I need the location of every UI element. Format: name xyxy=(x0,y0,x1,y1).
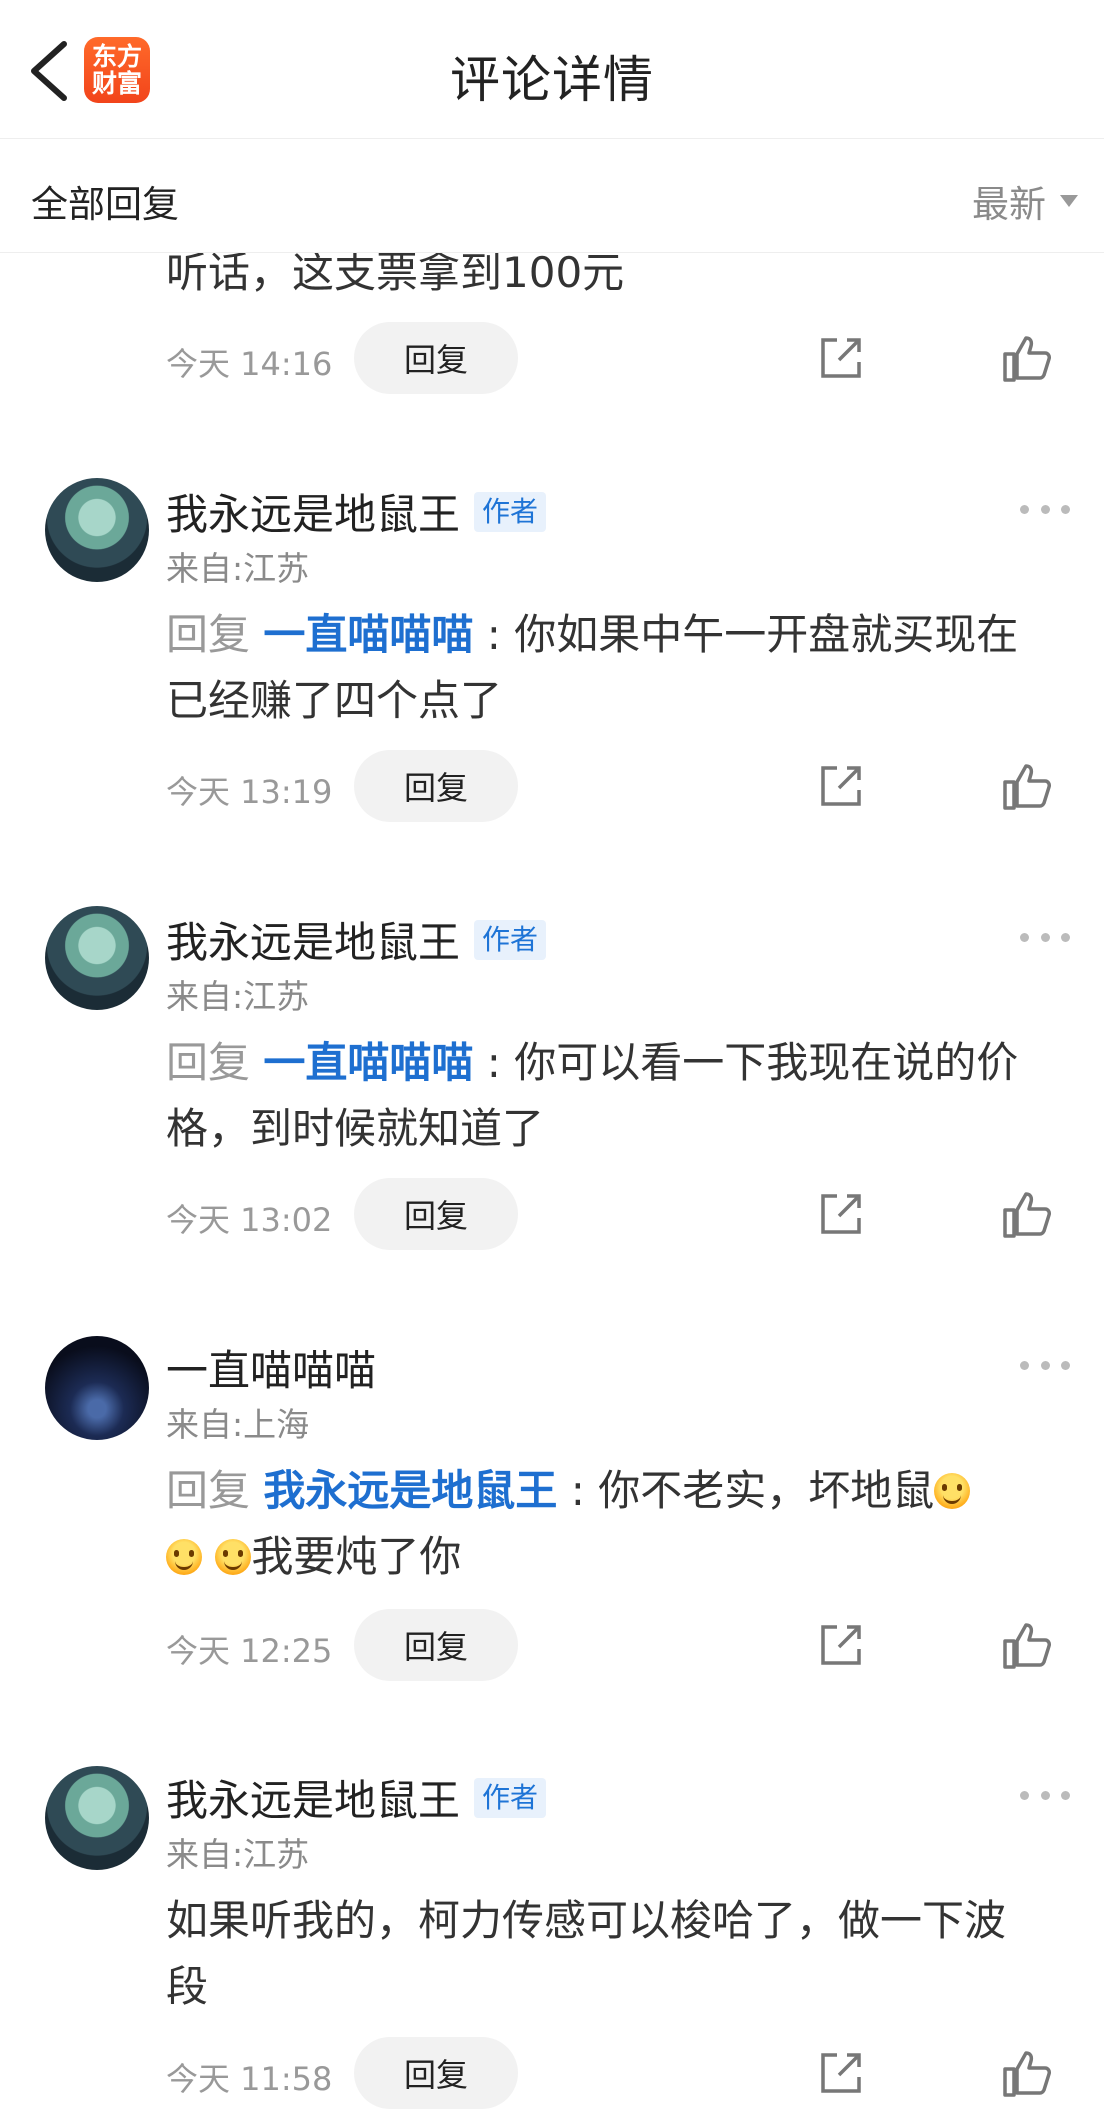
more-dots-icon[interactable] xyxy=(1020,922,1070,952)
caret-down-icon xyxy=(1060,195,1078,207)
avatar[interactable] xyxy=(45,1766,149,1870)
comment-list: 听话，这支票拿到100元 今天 14:16 回复 我永远是地鼠王 作者 来自:江… xyxy=(0,0,1104,2122)
comment-meta: 今天 12:25 回复 xyxy=(166,1609,1066,1681)
more-dots-icon[interactable] xyxy=(1020,1350,1070,1380)
comment-author-row: 我永远是地鼠王 作者 xyxy=(166,1767,547,1828)
comment-text: 回复 我永远是地鼠王 : 你不老实，坏地鼠 我要炖了你 xyxy=(166,1458,1046,1590)
comment-time: 今天 11:58 xyxy=(166,2060,333,2098)
separator: : xyxy=(473,610,515,659)
comment-location: 来自:江苏 xyxy=(166,1835,310,1874)
reply-button[interactable]: 回复 xyxy=(354,322,518,394)
reply-filter-bar: 全部回复 最新 xyxy=(0,139,1104,253)
comment-time: 今天 12:25 xyxy=(166,1632,333,1670)
mention-link[interactable]: 我永远是地鼠王 xyxy=(263,1466,557,1515)
comment-meta: 今天 13:19 回复 xyxy=(166,750,1066,822)
reply-prefix: 回复 xyxy=(166,610,264,659)
share-icon[interactable] xyxy=(817,1621,865,1669)
smile-emoji-icon xyxy=(215,1539,252,1575)
sort-label: 最新 xyxy=(972,183,1046,226)
reply-button[interactable]: 回复 xyxy=(354,2037,518,2109)
all-replies-label: 全部回复 xyxy=(31,183,179,226)
share-icon[interactable] xyxy=(817,762,865,810)
reply-button[interactable]: 回复 xyxy=(354,1609,518,1681)
comment-location: 来自:江苏 xyxy=(166,977,310,1016)
comment-text: 回复 一直喵喵喵 : 你可以看一下我现在说的价格，到时候就知道了 xyxy=(166,1030,1046,1162)
author-badge: 作者 xyxy=(474,1777,547,1818)
author-badge: 作者 xyxy=(474,491,547,532)
author-name[interactable]: 一直喵喵喵 xyxy=(166,1337,376,1398)
comment-location: 来自:江苏 xyxy=(166,549,310,588)
thumbs-up-icon[interactable] xyxy=(1002,1621,1052,1669)
comment-author-row: 我永远是地鼠王 作者 xyxy=(166,909,547,970)
author-name[interactable]: 我永远是地鼠王 xyxy=(166,1767,460,1828)
comment-body-part1: 你不老实，坏地鼠 xyxy=(598,1466,935,1515)
separator: : xyxy=(473,1038,515,1087)
mention-link[interactable]: 一直喵喵喵 xyxy=(263,1038,473,1087)
reply-prefix: 回复 xyxy=(166,1038,264,1087)
mention-link[interactable]: 一直喵喵喵 xyxy=(263,610,473,659)
comment-time: 今天 13:02 xyxy=(166,1201,333,1239)
more-dots-icon[interactable] xyxy=(1020,1780,1070,1810)
share-icon[interactable] xyxy=(817,334,865,382)
smile-emoji-icon xyxy=(934,1473,971,1509)
page-title: 评论详情 xyxy=(450,51,654,109)
more-dots-icon[interactable] xyxy=(1020,494,1070,524)
separator: : xyxy=(557,1466,599,1515)
comment-meta: 今天 14:16 回复 xyxy=(166,322,1066,394)
comment-author-row: 我永远是地鼠王 作者 xyxy=(166,481,547,542)
comment-time: 今天 14:16 xyxy=(166,345,333,383)
author-badge: 作者 xyxy=(474,919,547,960)
avatar[interactable] xyxy=(45,906,149,1010)
smile-emoji-icon xyxy=(166,1539,202,1575)
thumbs-up-icon[interactable] xyxy=(1002,334,1052,382)
sort-dropdown[interactable]: 最新 xyxy=(972,174,1078,228)
avatar[interactable] xyxy=(45,478,149,582)
author-name[interactable]: 我永远是地鼠王 xyxy=(166,909,460,970)
avatar[interactable] xyxy=(45,1336,149,1440)
author-name[interactable]: 我永远是地鼠王 xyxy=(166,481,460,542)
share-icon[interactable] xyxy=(817,1190,865,1238)
comment-text: 回复 一直喵喵喵 : 你如果中午一开盘就买现在已经赚了四个点了 xyxy=(166,602,1046,734)
share-icon[interactable] xyxy=(817,2049,865,2097)
thumbs-up-icon[interactable] xyxy=(1002,1190,1052,1238)
comment-body-part2: 我要炖了你 xyxy=(251,1532,462,1581)
comment-meta: 今天 13:02 回复 xyxy=(166,1178,1066,1250)
comment-meta: 今天 11:58 回复 xyxy=(166,2037,1066,2109)
comment-time: 今天 13:19 xyxy=(166,773,333,811)
reply-button[interactable]: 回复 xyxy=(354,750,518,822)
comment-author-row: 一直喵喵喵 xyxy=(166,1337,376,1398)
top-nav-bar: 东方 财富 评论详情 xyxy=(0,0,1104,139)
reply-button[interactable]: 回复 xyxy=(354,1178,518,1250)
thumbs-up-icon[interactable] xyxy=(1002,2049,1052,2097)
comment-location: 来自:上海 xyxy=(166,1405,310,1444)
comment-text: 如果听我的，柯力传感可以梭哈了，做一下波段 xyxy=(166,1896,1007,2011)
thumbs-up-icon[interactable] xyxy=(1002,762,1052,810)
reply-prefix: 回复 xyxy=(166,1466,264,1515)
